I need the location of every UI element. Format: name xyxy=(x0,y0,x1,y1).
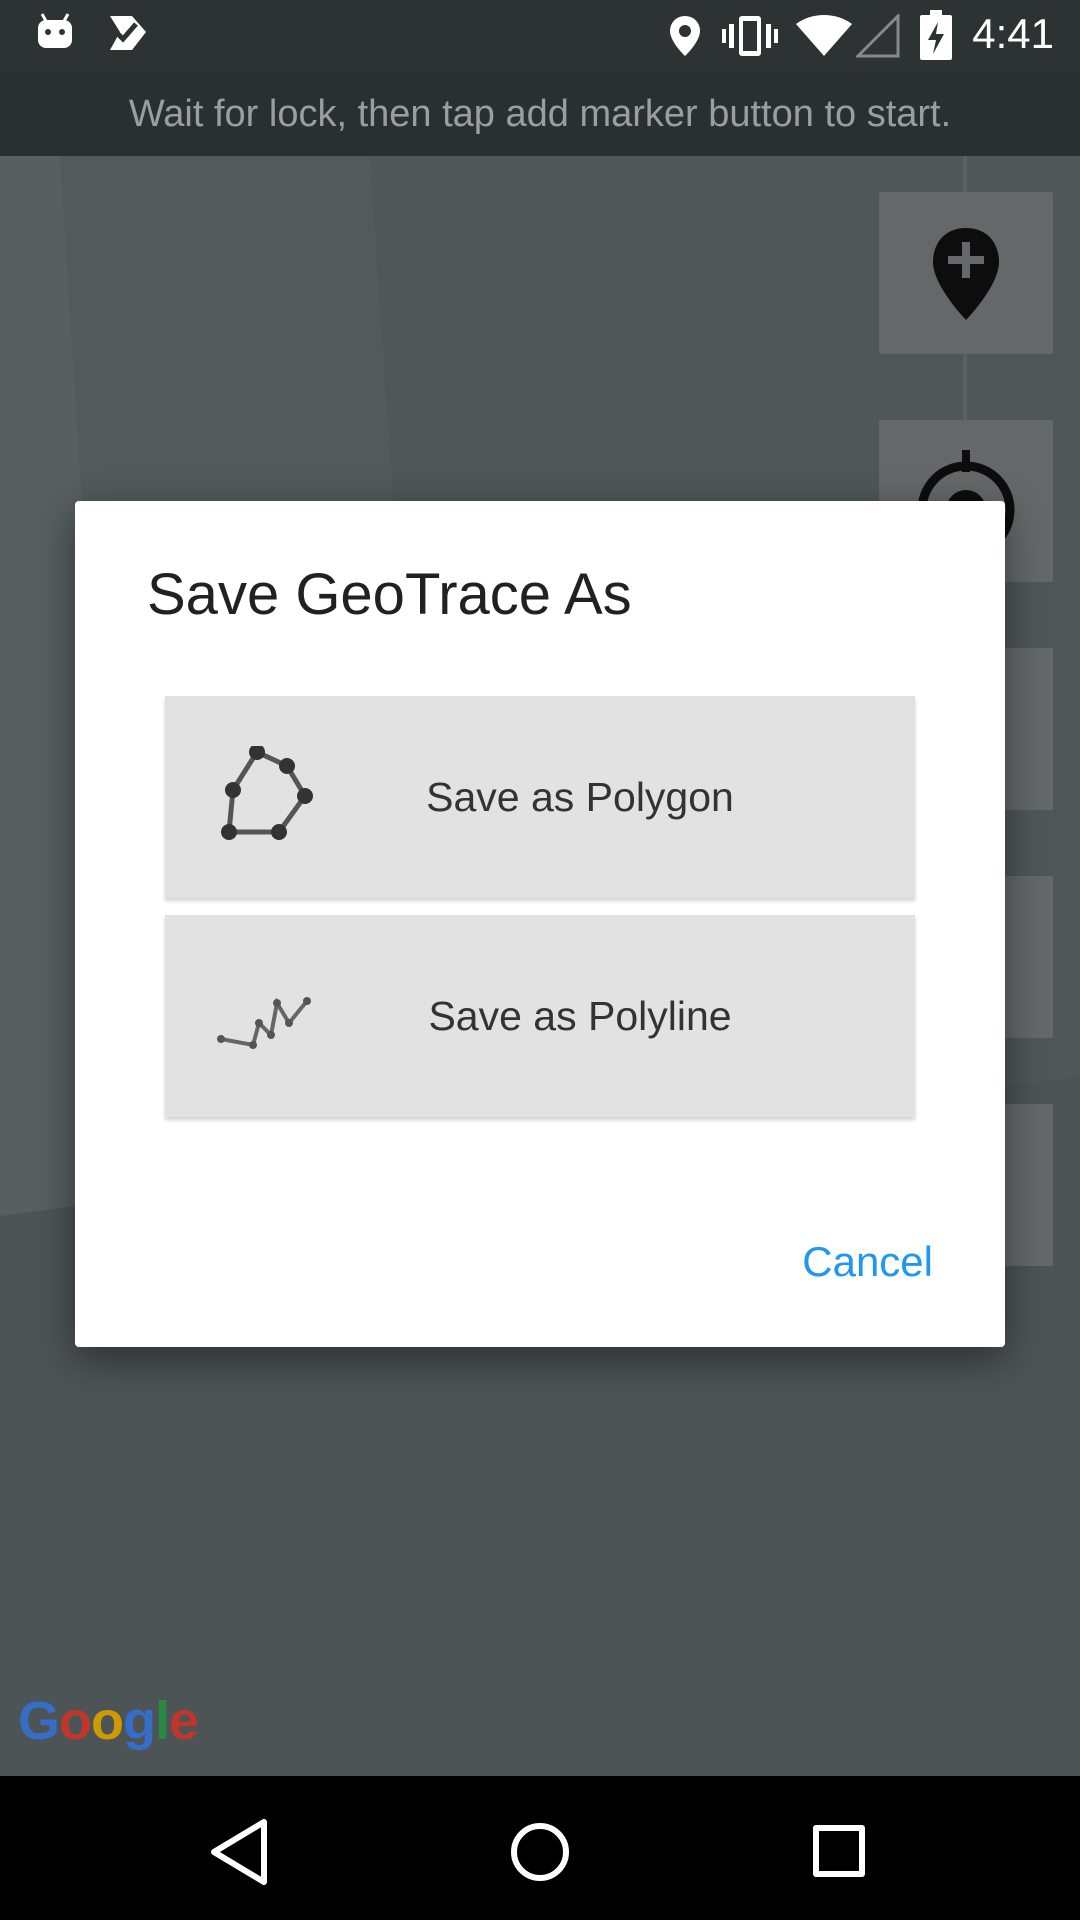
recents-button[interactable] xyxy=(800,1812,880,1892)
save-as-polyline-button[interactable]: Save as Polyline xyxy=(165,915,915,1117)
instruction-banner: Wait for lock, then tap add marker butto… xyxy=(0,72,1080,156)
recents-icon xyxy=(813,1825,865,1877)
checkmark-app-icon xyxy=(106,12,148,59)
save-as-polygon-button[interactable]: Save as Polygon xyxy=(165,696,915,898)
status-bar: 4:41 xyxy=(0,0,1080,72)
navigation-bar xyxy=(0,1776,1080,1920)
save-geotrace-dialog: Save GeoTrace As Save as Polygon Save as… xyxy=(75,501,1005,1347)
save-as-polygon-label: Save as Polygon xyxy=(426,774,734,820)
vibrate-icon xyxy=(722,14,778,63)
home-button[interactable] xyxy=(500,1812,580,1892)
back-icon xyxy=(211,1819,267,1885)
save-as-polyline-label: Save as Polyline xyxy=(428,993,732,1039)
battery-icon xyxy=(920,10,952,65)
wifi-icon xyxy=(796,14,852,63)
android-icon xyxy=(36,12,74,57)
signal-icon xyxy=(854,12,900,63)
screen: 4:41 Wait for lock, then tap add marker … xyxy=(0,0,1080,1920)
home-icon xyxy=(511,1823,569,1881)
status-time: 4:41 xyxy=(972,10,1054,57)
location-pin-icon xyxy=(668,14,702,63)
back-button[interactable] xyxy=(200,1812,280,1892)
dialog-title: Save GeoTrace As xyxy=(147,562,632,627)
cancel-button[interactable]: Cancel xyxy=(802,1238,933,1286)
